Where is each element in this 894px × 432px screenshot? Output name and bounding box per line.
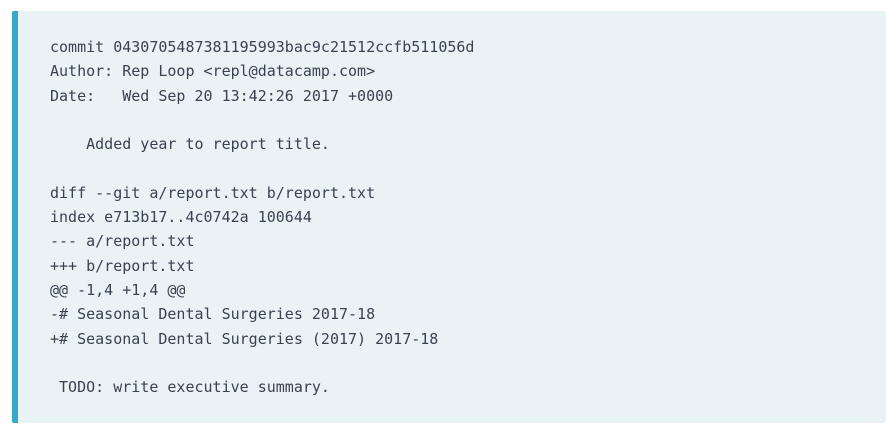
code-lines: commit 0430705487381195993bac9c21512ccfb… — [50, 35, 474, 399]
diff-index-line: index e713b17..4c0742a 100644 — [50, 208, 312, 227]
git-show-output-block: commit 0430705487381195993bac9c21512ccfb… — [12, 11, 886, 423]
blank-line — [50, 156, 474, 180]
blank-line — [50, 351, 474, 375]
diff-removed-line: -# Seasonal Dental Surgeries 2017-18 — [50, 305, 376, 324]
diff-new-file-line: +++ b/report.txt — [50, 256, 195, 275]
commit-hash-line: commit 0430705487381195993bac9c21512ccfb… — [50, 38, 475, 56]
date-line: Date: Wed Sep 20 13:42:26 2017 +0000 — [50, 86, 394, 105]
diff-header-line: diff --git a/report.txt b/report.txt — [50, 183, 376, 202]
diff-hunk-header-line: @@ -1,4 +1,4 @@ — [50, 280, 186, 299]
diff-added-line: +# Seasonal Dental Surgeries (2017) 2017… — [50, 329, 439, 348]
author-line: Author: Rep Loop <repl@datacamp.com> — [50, 62, 376, 81]
diff-old-file-line: --- a/report.txt — [50, 232, 195, 251]
diff-context-line: TODO: write executive summary. — [50, 378, 330, 397]
commit-message-line: Added year to report title. — [50, 135, 330, 154]
blank-line — [50, 108, 474, 132]
